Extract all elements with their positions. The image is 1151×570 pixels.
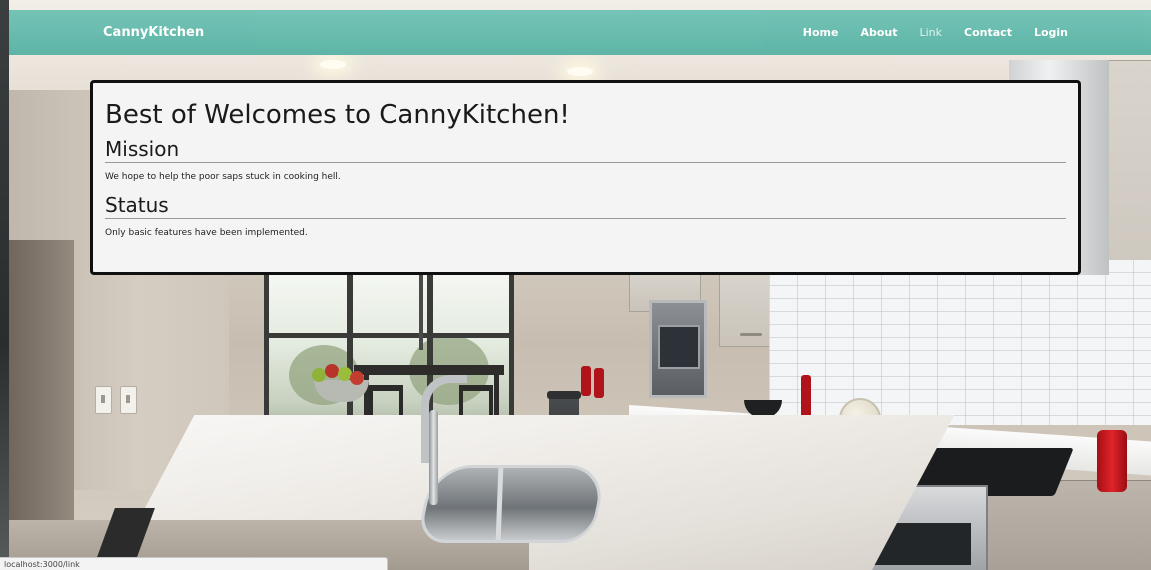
nav-item-home: Home	[781, 10, 839, 55]
nav-item-contact: Contact	[942, 10, 1012, 55]
light-switch	[95, 386, 112, 414]
red-coffee-grinder	[1097, 430, 1127, 492]
red-candle	[594, 368, 604, 398]
nav-item-link: Link	[898, 10, 943, 55]
nav-item-about: About	[838, 10, 897, 55]
nav-item-login: Login	[1012, 10, 1068, 55]
ceiling-light	[567, 67, 593, 76]
nav-link-about[interactable]: About	[838, 10, 897, 55]
nav-link-home[interactable]: Home	[781, 10, 839, 55]
ceiling-light	[320, 60, 346, 69]
status-bar-url: localhost:3000/link	[0, 557, 388, 570]
nav-link-login[interactable]: Login	[1012, 10, 1068, 55]
nav-link-contact[interactable]: Contact	[942, 10, 1012, 55]
brand-link[interactable]: CannyKitchen	[103, 10, 204, 55]
outlet-plate	[120, 386, 137, 414]
section-text-mission: We hope to help the poor saps stuck in c…	[105, 172, 341, 182]
tile-backsplash	[769, 260, 1151, 425]
browser-viewport: CannyKitchen Home About Link Contact Log…	[0, 0, 1151, 570]
faucet-spout	[421, 375, 467, 463]
red-candle	[581, 366, 591, 396]
double-sink	[415, 465, 609, 543]
section-text-status: Only basic features have been implemente…	[105, 228, 308, 238]
top-navbar: CannyKitchen Home About Link Contact Log…	[9, 10, 1151, 55]
pendant-lamp-cord	[419, 270, 423, 350]
welcome-panel: Best of Welcomes to CannyKitchen! Missio…	[90, 80, 1081, 275]
dining-table	[354, 365, 504, 375]
section-heading-status: Status	[105, 193, 1066, 219]
page-title: Best of Welcomes to CannyKitchen!	[105, 100, 570, 130]
section-heading-mission: Mission	[105, 137, 1066, 163]
nav-menu: Home About Link Contact Login	[781, 10, 1068, 55]
window-edge	[0, 0, 9, 570]
wall-oven	[649, 300, 707, 398]
nav-link-link[interactable]: Link	[898, 10, 943, 55]
